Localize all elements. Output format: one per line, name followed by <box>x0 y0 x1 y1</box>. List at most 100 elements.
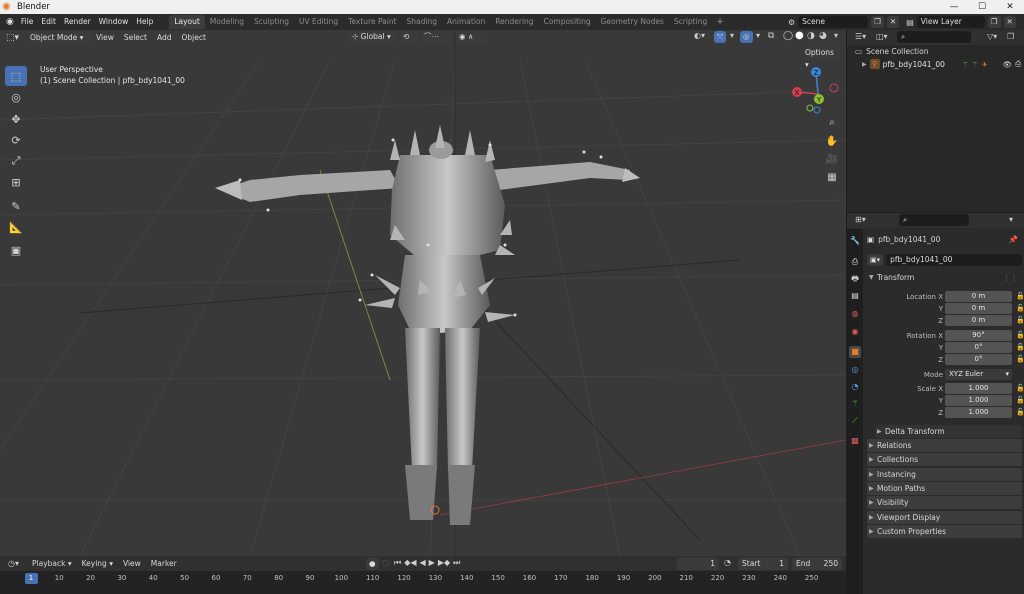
cursor-tool[interactable]: ◎ <box>5 87 27 107</box>
new-scene-button[interactable]: ❐ <box>871 16 884 28</box>
bone-tab-icon[interactable]: ⟋ <box>849 415 861 427</box>
auto-keying-icon[interactable]: ● <box>366 558 379 570</box>
annotate-tool[interactable]: ✎ <box>5 196 27 216</box>
menu-window[interactable]: Window <box>95 14 133 30</box>
lock-icon[interactable]: 🔓 <box>1016 291 1024 302</box>
location-y-field[interactable]: 0 m <box>945 303 1012 314</box>
tab-animation[interactable]: Animation <box>442 15 490 29</box>
new-collection-icon[interactable]: ❐ <box>1007 32 1014 41</box>
shading-solid-icon[interactable]: ● <box>795 30 804 41</box>
view-layer-field[interactable]: View Layer <box>916 16 985 28</box>
timeline-editor-type-icon[interactable]: ◷▾ <box>8 559 19 568</box>
zoom-icon[interactable]: ⌕ <box>824 114 840 130</box>
datablock-type-icon[interactable]: ▣▾ <box>867 254 884 266</box>
object-tab-icon[interactable]: ■ <box>849 346 861 358</box>
motion-paths-panel[interactable]: ▶ Motion Paths <box>867 482 1022 495</box>
lock-icon[interactable]: 🔓 <box>1016 354 1024 365</box>
output-tab-icon[interactable]: 🖶 <box>849 273 861 285</box>
hide-eye-icon[interactable]: 👁 <box>1003 60 1013 69</box>
measure-tool[interactable]: 📐 <box>5 217 27 237</box>
view-layer-tab-icon[interactable]: ▤ <box>849 290 861 302</box>
character-model[interactable] <box>215 125 640 525</box>
lock-icon[interactable]: 🔓 <box>1016 342 1024 353</box>
viewport-display-panel[interactable]: ▶ Viewport Display <box>867 511 1022 524</box>
physics-tab-icon[interactable]: ◎ <box>849 364 861 376</box>
pin-icon[interactable]: 📌 <box>1009 235 1018 244</box>
timeline-menu-marker[interactable]: Marker <box>146 559 182 568</box>
scale-x-field[interactable]: 1.000 <box>945 383 1012 394</box>
outliner-editor-type-icon[interactable]: ☰▾ <box>855 32 866 41</box>
rotation-mode-dropdown[interactable]: XYZ Euler ▾ <box>945 369 1012 380</box>
tab-texture-paint[interactable]: Texture Paint <box>343 15 401 29</box>
gizmo-dropdown-icon[interactable]: ▾ <box>730 31 734 40</box>
overlays-toggle-icon[interactable]: ◎ <box>740 31 753 43</box>
tab-rendering[interactable]: Rendering <box>490 15 538 29</box>
tab-modeling[interactable]: Modeling <box>205 15 249 29</box>
tab-sculpting[interactable]: Sculpting <box>249 15 294 29</box>
scene-tab-icon[interactable]: ◍ <box>849 308 861 320</box>
start-frame-field[interactable]: Start 1 <box>738 558 788 570</box>
view-layer-icon[interactable]: ▤ <box>906 18 914 27</box>
xray-toggle-icon[interactable]: ⧉ <box>768 31 774 41</box>
play-reverse-icon[interactable]: ◀ <box>420 558 426 568</box>
render-tab-icon[interactable]: ⎙ <box>849 256 861 268</box>
proportional-edit-icon[interactable]: ◉ ∧ <box>456 31 488 43</box>
shading-wireframe-icon[interactable]: ◯ <box>783 31 793 41</box>
scale-z-field[interactable]: 1.000 <box>945 407 1012 418</box>
rotation-y-field[interactable]: 0° <box>945 342 1012 353</box>
keying-set-icon[interactable]: ◌ <box>382 558 389 567</box>
scene-name-field[interactable]: Scene <box>798 16 869 28</box>
camera-render-icon[interactable]: ⎙ <box>1015 59 1021 69</box>
rotate-tool[interactable]: ⟳ <box>5 130 27 150</box>
armature-data-icon[interactable]: ⚚ <box>972 60 979 69</box>
timeline-ruler[interactable]: 1 10 20 30 40 50 60 70 80 90 100 110 120 130 140 150 160… <box>0 571 846 594</box>
gizmo-neg-x[interactable] <box>829 83 839 93</box>
constraints-tab-icon[interactable]: ◔ <box>849 381 861 393</box>
menu-help[interactable]: Help <box>132 14 157 30</box>
properties-search-input[interactable]: ⌕ <box>899 214 969 226</box>
tab-geometry-nodes[interactable]: Geometry Nodes <box>596 15 669 29</box>
modifier-icon[interactable]: ✈ <box>981 60 987 69</box>
shading-dropdown-icon[interactable]: ▾ <box>834 31 838 40</box>
end-frame-field[interactable]: End 250 <box>792 558 842 570</box>
lock-icon[interactable]: 🔓 <box>1016 395 1024 406</box>
viewport-menu-object[interactable]: Object <box>177 33 211 42</box>
delta-transform-panel[interactable]: ▶ Delta Transform <box>875 425 1022 438</box>
jump-end-icon[interactable]: ⏭ <box>453 558 460 568</box>
lock-icon[interactable]: 🔓 <box>1016 315 1024 326</box>
outliner-row-root[interactable]: ▭ Scene Collection <box>855 47 928 56</box>
tab-compositing[interactable]: Compositing <box>539 15 596 29</box>
outliner-row-object[interactable]: ▶ ⚲ pfb_bdy1041_00 ⚚ ⚚ ✈ 👁 ⎙ <box>849 58 1024 70</box>
clock-icon[interactable]: ◔ <box>724 558 731 567</box>
prev-keyframe-icon[interactable]: ◆◀ <box>404 558 416 568</box>
add-cube-tool[interactable]: ▣ <box>5 240 27 260</box>
next-keyframe-icon[interactable]: ▶◆ <box>438 558 450 568</box>
gizmo-neg-z[interactable] <box>813 106 821 114</box>
tab-scripting[interactable]: Scripting <box>669 15 712 29</box>
viewport-menu-view[interactable]: View <box>91 33 119 42</box>
add-workspace-icon[interactable]: + <box>712 17 728 27</box>
properties-options-icon[interactable]: ▾ <box>1009 215 1013 224</box>
navigation-gizmo[interactable]: Z X Y <box>788 66 840 116</box>
current-frame-field[interactable]: 1 <box>677 558 719 570</box>
play-icon[interactable]: ▶ <box>429 558 435 568</box>
location-z-field[interactable]: 0 m <box>945 315 1012 326</box>
menu-edit[interactable]: Edit <box>37 14 60 30</box>
armature-data-tab-icon[interactable]: ⚚ <box>849 398 861 410</box>
tool-tab-icon[interactable]: 🔧 <box>849 235 861 247</box>
gizmo-neg-y[interactable] <box>806 104 814 112</box>
perspective-grid-icon[interactable]: ▦ <box>824 169 840 185</box>
options-dropdown[interactable]: Options ▾ <box>802 47 840 69</box>
scene-icon[interactable]: ⚙ <box>788 18 795 27</box>
outliner-search-input[interactable]: ⌕ <box>897 31 971 43</box>
editor-type-icon[interactable]: ⬚▾ <box>6 33 19 43</box>
overlays-dropdown-icon[interactable]: ▾ <box>756 31 760 40</box>
timeline-menu-playback[interactable]: Playback ▾ <box>27 559 77 568</box>
pose-icon[interactable]: ⚚ <box>962 60 969 69</box>
timeline-menu-view[interactable]: View <box>118 559 146 568</box>
3d-viewport[interactable]: ⬚▾ Object Mode ▾ View Select Add Object … <box>0 30 846 556</box>
scale-tool[interactable]: ⤢ <box>5 151 27 171</box>
filter-icon[interactable]: ▽▾ <box>987 32 997 41</box>
camera-icon[interactable]: 🎥 <box>824 151 840 167</box>
blender-menu-icon[interactable]: ◉ <box>0 17 17 27</box>
